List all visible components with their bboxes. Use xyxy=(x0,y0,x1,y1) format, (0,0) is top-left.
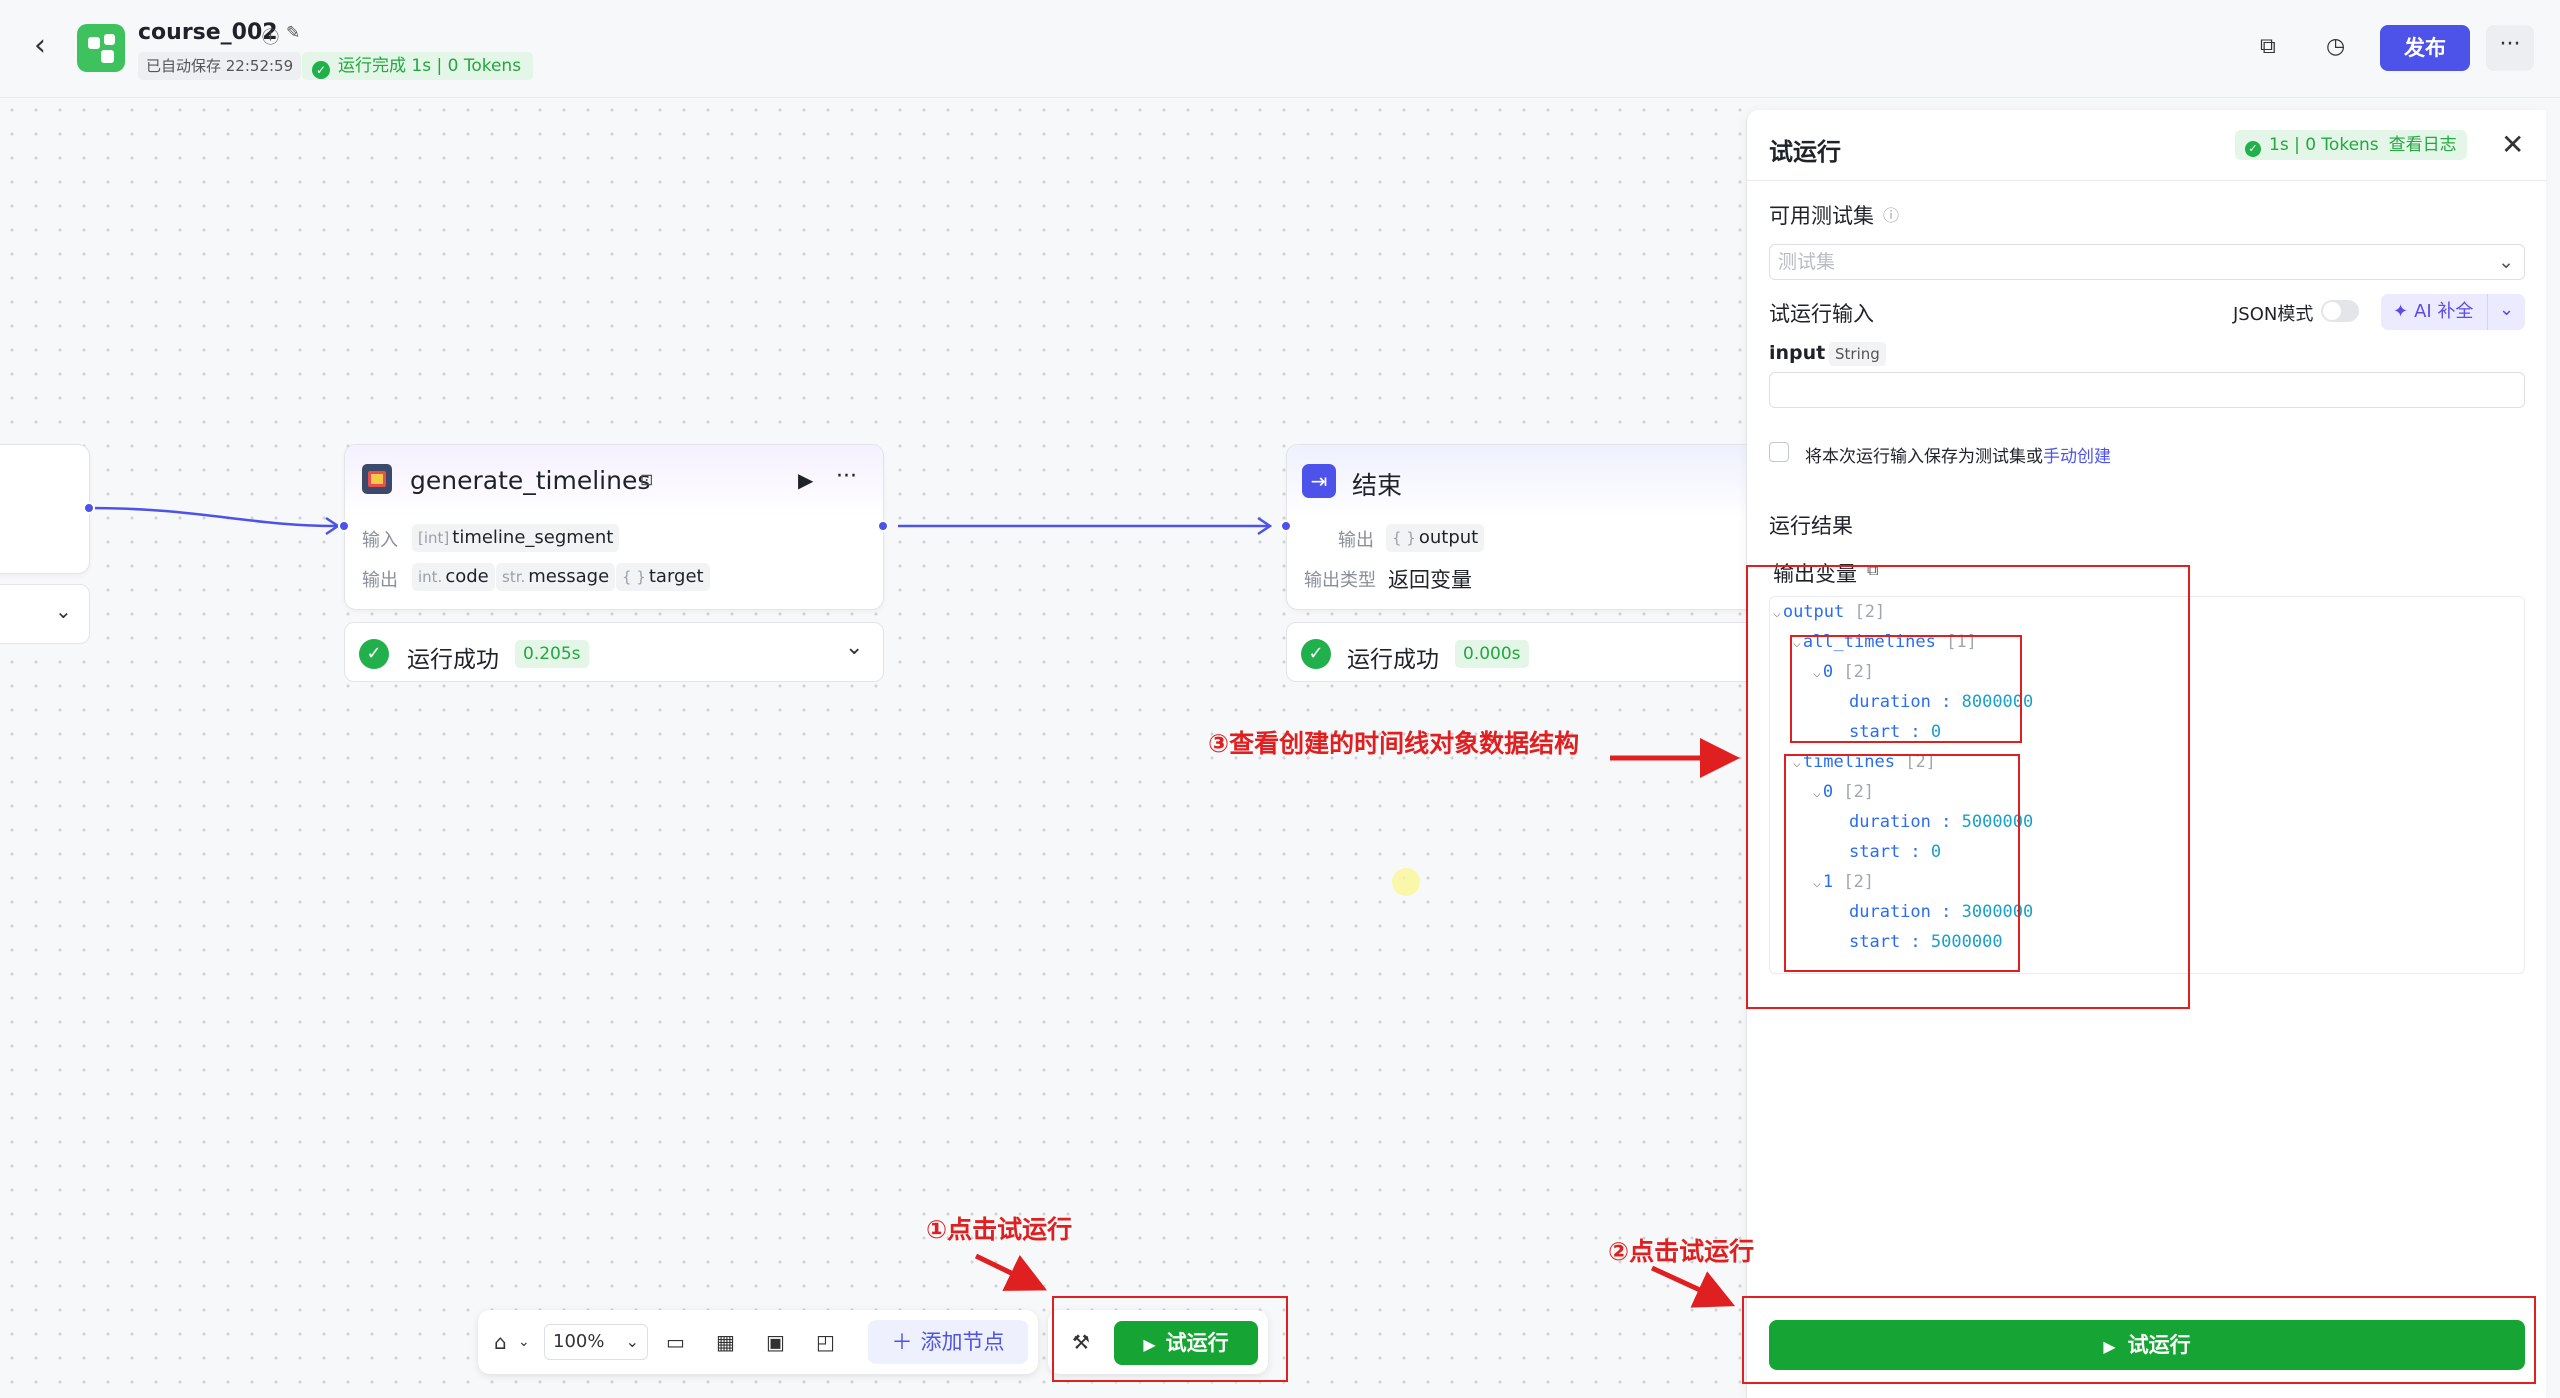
time-badge: 0.205s xyxy=(515,640,589,668)
generate-input-port[interactable] xyxy=(338,520,350,532)
annotation-text-2: ②点击试运行 xyxy=(1608,1237,1755,1266)
output-tag-message: str. message xyxy=(496,563,616,591)
success-check-icon: ✓ xyxy=(1301,639,1331,669)
manual-create-link[interactable]: 手动创建 xyxy=(2043,447,2111,467)
param-name: output xyxy=(1418,527,1479,548)
json-mode-label: JSON模式 xyxy=(2233,304,2314,325)
param-name: message xyxy=(528,566,610,587)
zoom-select[interactable]: 100% ⌄ xyxy=(544,1324,648,1360)
output-label: 输出 xyxy=(1338,530,1374,551)
node-more-icon[interactable]: ··· xyxy=(836,464,857,489)
layout-icon[interactable]: ▦ xyxy=(716,1330,735,1354)
start-node-partial[interactable] xyxy=(0,444,90,574)
save-checkbox[interactable] xyxy=(1769,442,1789,462)
node-title: 结束 xyxy=(1352,471,1403,500)
comment-icon[interactable]: ▭ xyxy=(666,1330,685,1354)
info-icon[interactable]: ⓘ xyxy=(1883,202,1899,226)
annotation-box-run-1 xyxy=(1052,1296,1288,1382)
save-text-main: 将本次运行输入保存为测试集或 xyxy=(1805,447,2043,467)
divider xyxy=(1747,180,2547,181)
select-placeholder: 测试集 xyxy=(1778,251,1836,273)
cursor-highlight xyxy=(1392,868,1420,896)
add-node-label: 添加节点 xyxy=(920,1330,1005,1354)
annotation-text-1: ①点击试运行 xyxy=(926,1215,1073,1244)
check-icon: ✓ xyxy=(2245,141,2261,157)
plugin-icon xyxy=(362,464,392,494)
param-name: target xyxy=(648,566,704,587)
chevron-down-icon[interactable]: ⌄ xyxy=(55,599,72,623)
output-kind-value: 返回变量 xyxy=(1388,568,1472,592)
type-prefix: { } xyxy=(1392,529,1416,547)
json-mode-toggle[interactable] xyxy=(2321,300,2359,322)
zoom-value: 100% xyxy=(553,1331,605,1352)
run-input-label: 试运行输入 xyxy=(1769,302,1874,326)
chevron-down-icon: ⌄ xyxy=(2499,299,2515,320)
chevron-down-icon[interactable]: ⌄ xyxy=(518,1334,530,1350)
success-check-icon: ✓ xyxy=(359,639,389,669)
status-text: 运行成功 xyxy=(407,647,499,673)
annotation-box-all-timelines xyxy=(1790,635,2022,743)
output-tag-code: int. code xyxy=(412,563,495,591)
panel-run-stat: ✓ 1s | 0 Tokens 查看日志 xyxy=(2235,130,2467,160)
start-status-partial[interactable]: ⌄ xyxy=(0,584,90,644)
end-input-port[interactable] xyxy=(1280,520,1292,532)
sparkle-icon: ✦ xyxy=(2393,301,2409,322)
node-title: generate_timelines xyxy=(410,466,651,495)
output-kind-label: 输出类型 xyxy=(1304,570,1376,591)
time-badge: 0.000s xyxy=(1455,640,1529,668)
end-node-icon: ⇥ xyxy=(1302,464,1336,498)
play-icon[interactable]: ▶ xyxy=(798,468,813,492)
ai-fill-label: AI 补全 xyxy=(2414,301,2474,322)
chevron-down-icon[interactable]: ⌄ xyxy=(845,635,863,660)
type-prefix: int. xyxy=(418,568,443,586)
input-type-badge: String xyxy=(1829,342,1886,366)
annotation-text-3: ③查看创建的时间线对象数据结构 xyxy=(1208,729,1580,758)
type-prefix: { } xyxy=(622,568,646,586)
plugin-badge-icon: ⊡ xyxy=(640,470,654,489)
save-text: 将本次运行输入保存为测试集或手动创建 xyxy=(1805,442,2111,467)
output-tag: { } output xyxy=(1386,524,1485,552)
chevron-down-icon: ⌄ xyxy=(2498,251,2514,273)
test-set-select[interactable]: 测试集 ⌄ xyxy=(1769,244,2525,280)
end-status-bar[interactable]: ✓ 运行成功 0.000s xyxy=(1286,622,1756,682)
edge-start-generate xyxy=(89,506,337,528)
type-prefix: str. xyxy=(502,568,526,586)
input-field-label: input xyxy=(1769,342,1826,364)
status-text: 运行成功 xyxy=(1347,647,1439,673)
fit-view-icon[interactable]: ◰ xyxy=(816,1330,835,1354)
annotation-box-run-2 xyxy=(1742,1296,2536,1384)
canvas-toolbar: ⌂ ⌄ 100% ⌄ ▭ ▦ ▣ ◰ ＋ 添加节点 xyxy=(478,1310,1038,1374)
output-label: 输出 xyxy=(362,570,398,591)
result-label: 运行结果 xyxy=(1769,514,1853,538)
start-output-port[interactable] xyxy=(83,502,95,514)
generate-status-bar[interactable]: ✓ 运行成功 0.205s ⌄ xyxy=(344,622,884,682)
param-name: code xyxy=(445,566,489,587)
view-log-link[interactable]: 查看日志 xyxy=(2389,135,2457,155)
panel-title: 试运行 xyxy=(1769,138,1841,166)
input-label: 输入 xyxy=(362,530,398,551)
output-tag-target: { } target xyxy=(616,563,710,591)
param-name: timeline_segment xyxy=(452,527,614,548)
plus-icon: ＋ xyxy=(891,1330,913,1354)
add-node-button[interactable]: ＋ 添加节点 xyxy=(868,1320,1028,1364)
input-tag: [int] timeline_segment xyxy=(412,524,620,552)
type-prefix: [int] xyxy=(418,529,450,547)
annotation-box-timelines xyxy=(1784,754,2020,972)
stat-text: 1s | 0 Tokens xyxy=(2269,135,2379,155)
minimap-icon[interactable]: ▣ xyxy=(766,1330,785,1354)
ai-fill-button[interactable]: ✦ AI 补全 ⌄ xyxy=(2381,294,2525,330)
close-icon[interactable]: ✕ xyxy=(2501,128,2524,161)
mouse-mode-icon[interactable]: ⌂ xyxy=(494,1330,507,1354)
input-field[interactable] xyxy=(1769,372,2525,408)
chevron-down-icon: ⌄ xyxy=(625,1332,639,1351)
test-set-label: 可用测试集 xyxy=(1769,204,1874,228)
generate-output-port[interactable] xyxy=(877,520,889,532)
